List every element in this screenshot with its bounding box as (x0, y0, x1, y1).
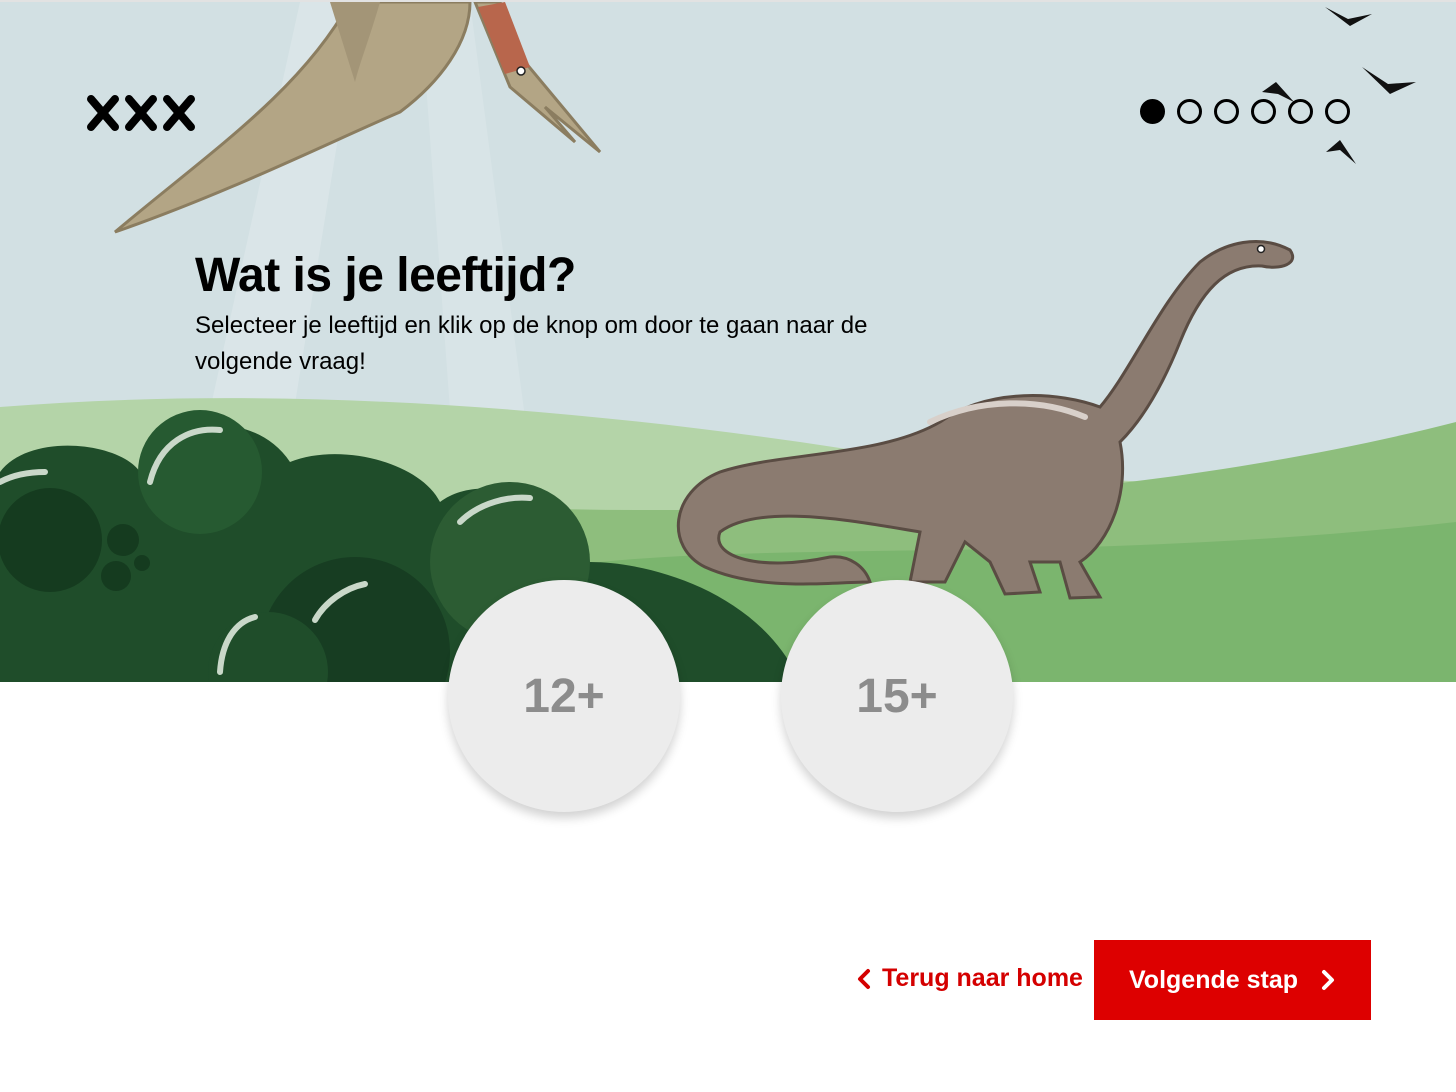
back-link-label: Terug naar home (882, 964, 1083, 992)
xxx-logo-icon (87, 95, 195, 131)
progress-dot-6 (1325, 99, 1350, 124)
age-option-12-plus[interactable]: 12+ (448, 580, 680, 812)
chevron-right-icon (1322, 970, 1334, 990)
progress-dot-4 (1251, 99, 1276, 124)
next-step-button[interactable]: Volgende stap (1094, 940, 1371, 1020)
progress-indicator (1140, 99, 1350, 124)
page-title: Wat is je leeftijd? (195, 249, 576, 302)
age-option-15-plus[interactable]: 15+ (781, 580, 1013, 812)
progress-dot-2 (1177, 99, 1202, 124)
progress-dot-5 (1288, 99, 1313, 124)
progress-dot-1 (1140, 99, 1165, 124)
progress-dot-3 (1214, 99, 1239, 124)
chevron-left-icon (858, 968, 870, 989)
back-to-home-link[interactable]: Terug naar home (856, 964, 1083, 993)
amsterdam-xxx-logo-icon[interactable] (86, 94, 196, 132)
page-subtitle: Selecteer je leeftijd en klik op de knop… (195, 312, 868, 375)
next-step-label: Volgende stap (1128, 965, 1298, 994)
